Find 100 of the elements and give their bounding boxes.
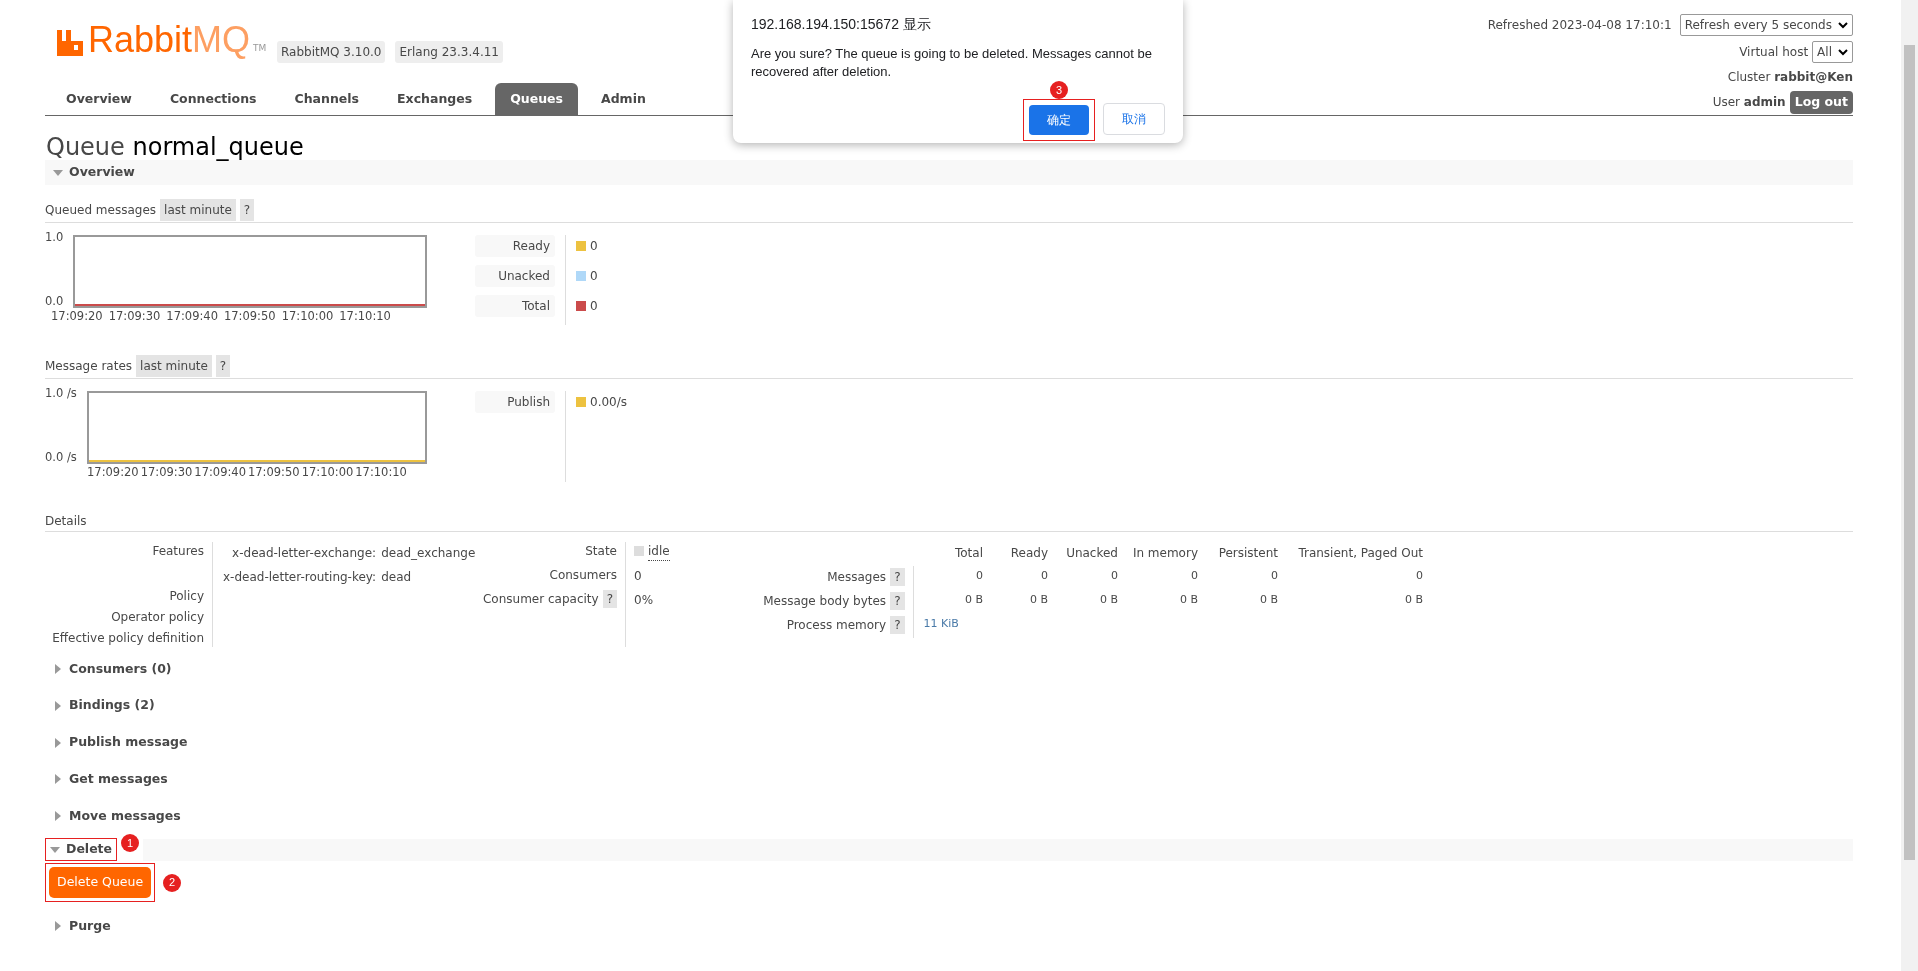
step-marker: 3 — [1050, 81, 1068, 100]
legend-label: Ready — [475, 235, 555, 258]
x-tick-label: 17:10:10 — [355, 464, 407, 482]
row-label: Message body bytes — [763, 593, 887, 608]
table-cell: 0 B — [1404, 592, 1423, 606]
detail-label: Features — [151, 542, 204, 560]
version-label: Erlang 23.3.4.11 — [395, 41, 503, 63]
help-button[interactable]: ? — [890, 567, 905, 586]
nav-tab[interactable]: Admin — [586, 83, 661, 115]
legend-value: 0 — [590, 268, 598, 286]
feature-value: dead — [381, 569, 412, 584]
legend-value: 0 — [590, 298, 598, 316]
help-button[interactable]: ? — [215, 355, 231, 378]
nav-tab[interactable]: Overview — [51, 83, 147, 115]
collapse-triangle-icon — [50, 844, 60, 855]
y-tick-label: 0.0 /s — [45, 449, 78, 467]
expand-triangle-icon — [53, 811, 63, 821]
table-cell: 0 B — [1179, 592, 1198, 606]
time-range-button[interactable]: last minute — [160, 199, 236, 222]
table-cell: 0 — [1416, 568, 1423, 582]
nav-tab[interactable]: Connections — [154, 83, 272, 115]
section-header[interactable]: Purge — [45, 913, 119, 939]
virtual-host-label: Virtual host — [1739, 44, 1809, 61]
x-tick-label: 17:10:00 — [281, 308, 334, 326]
row-label: Messages — [827, 569, 887, 584]
section-header[interactable]: Publish message — [45, 730, 196, 755]
x-tick-label: 17:09:20 — [87, 464, 139, 482]
consumer-capacity-value: 0% — [634, 591, 655, 609]
y-tick-label: 1.0 /s — [45, 385, 78, 403]
logout-button[interactable]: Log out — [1789, 91, 1853, 114]
page-title: Queue normal_queue — [46, 134, 305, 161]
ok-button[interactable]: 确定 — [1029, 105, 1089, 136]
table-cell: 0 — [1041, 568, 1048, 582]
table-cell: 0 — [1191, 568, 1198, 582]
x-tick-label: 17:09:20 — [51, 308, 103, 326]
nav-tab[interactable]: Queues — [495, 83, 578, 115]
virtual-host-select[interactable]: All — [1812, 41, 1853, 63]
section-header[interactable]: Move messages — [45, 803, 189, 829]
overview-section-header[interactable]: Overview — [45, 160, 1853, 186]
expand-triangle-icon — [53, 700, 63, 711]
legend-label: Unacked — [475, 265, 555, 288]
section-header[interactable]: Get messages — [45, 766, 176, 792]
expand-triangle-icon — [53, 921, 63, 932]
logo-text: RabbitMQ — [88, 22, 251, 58]
details-title: Details — [45, 512, 87, 530]
x-tick-label: 17:10:00 — [301, 464, 354, 482]
column-header: Transient, Paged Out — [1298, 545, 1423, 560]
section-header[interactable]: Bindings (2) — [45, 693, 163, 719]
state-label: State — [585, 542, 617, 560]
consumers-label: Consumers — [549, 566, 617, 584]
version-label: RabbitMQ 3.10.0 — [277, 41, 386, 63]
dialog-title: 192.168.194.150:15672 显示 — [751, 15, 932, 34]
help-button[interactable]: ? — [890, 591, 905, 610]
help-button[interactable]: ? — [239, 199, 255, 222]
table-cell: 0 — [976, 568, 983, 582]
state-value: idle — [648, 541, 670, 561]
expand-triangle-icon — [53, 664, 63, 674]
legend-value: 0 — [590, 238, 598, 256]
help-button[interactable]: ? — [602, 589, 617, 608]
scrollbar[interactable] — [1901, 0, 1918, 971]
y-tick-label: 0.0 — [45, 292, 65, 310]
expand-triangle-icon — [53, 774, 63, 785]
detail-label: Operator policy — [110, 608, 204, 626]
legend-label: Publish — [475, 391, 555, 414]
refreshed-time: Refreshed 2023-04-08 17:10:1 — [1487, 17, 1672, 34]
x-tick-label: 17:09:30 — [140, 464, 193, 482]
x-tick-label: 17:09:50 — [223, 308, 276, 326]
user-info: User admin — [1712, 94, 1786, 112]
state-square-icon — [634, 546, 644, 557]
logo-icon — [55, 28, 85, 58]
step-marker: 2 — [163, 873, 182, 892]
chart-title: Queued messages — [45, 202, 157, 220]
scrollbar-thumb[interactable] — [1904, 45, 1915, 860]
table-cell: 0 B — [1259, 592, 1278, 606]
collapse-triangle-icon — [53, 167, 63, 178]
table-cell: 0 — [1111, 568, 1118, 582]
legend-value: 0.00/s — [590, 394, 627, 412]
help-button[interactable]: ? — [890, 615, 905, 634]
legend-label: Total — [475, 295, 555, 318]
consumers-value: 0 — [634, 567, 643, 585]
x-tick-label: 17:09:50 — [247, 464, 300, 482]
column-header: Unacked — [1066, 545, 1118, 560]
nav-tab[interactable]: Channels — [279, 83, 375, 115]
dialog-message: Are you sure? The queue is going to be deleted. Messages cannot be recovered after deletion. — [751, 45, 1153, 82]
cancel-button[interactable]: 取消 — [1103, 103, 1165, 136]
column-header: Total — [954, 545, 983, 560]
table-cell: 0 — [1271, 568, 1278, 582]
column-header: Persistent — [1218, 545, 1278, 560]
x-tick-label: 17:09:30 — [108, 308, 161, 326]
table-cell: 0 B — [1029, 592, 1048, 606]
nav-tab[interactable]: Exchanges — [382, 83, 488, 115]
expand-triangle-icon — [53, 737, 63, 748]
time-range-button[interactable]: last minute — [136, 355, 212, 378]
section-header[interactable]: Consumers (0) — [45, 656, 180, 682]
table-cell: 11 KiB — [923, 616, 959, 630]
caret-icon — [1838, 21, 1848, 29]
refresh-interval-select[interactable]: Refresh every 5 seconds — [1679, 14, 1853, 36]
section-header[interactable]: Delete — [45, 838, 118, 862]
column-header: In memory — [1132, 545, 1198, 560]
y-tick-label: 1.0 — [45, 229, 65, 247]
